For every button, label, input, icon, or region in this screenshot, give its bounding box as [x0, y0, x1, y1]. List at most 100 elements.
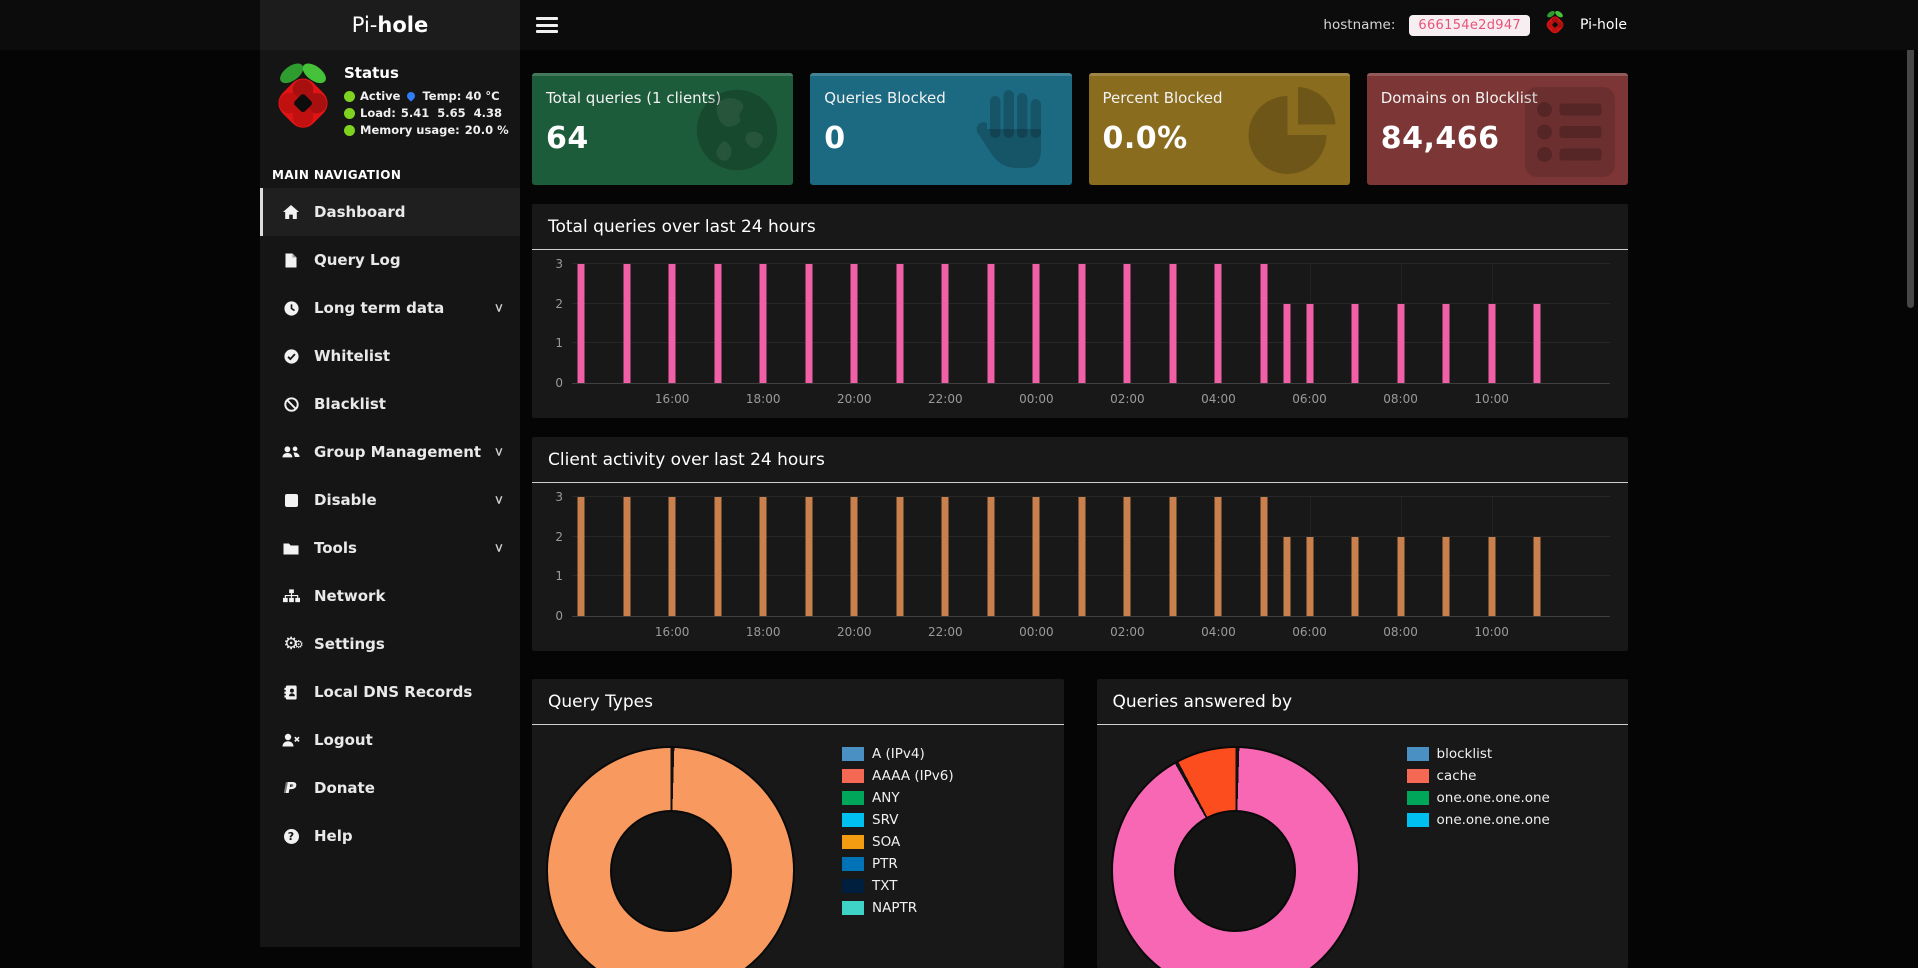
sidebar-toggle-icon[interactable] — [536, 15, 558, 35]
sidebar-item-donate[interactable]: P Donate — [260, 764, 520, 812]
legend-item[interactable]: TXT — [842, 875, 954, 897]
legend-swatch — [1407, 769, 1429, 783]
sidebar-item-network[interactable]: Network — [260, 572, 520, 620]
x-axis-tick: 02:00 — [1110, 392, 1145, 406]
x-axis-tick: 16:00 — [655, 625, 690, 639]
legend-item[interactable]: NAPTR — [842, 897, 954, 919]
question-icon: ? — [282, 829, 300, 844]
sidebar-item-disable[interactable]: Disable > — [260, 476, 520, 524]
sidebar-item-query-log[interactable]: Query Log — [260, 236, 520, 284]
bar — [578, 264, 585, 383]
bar — [1078, 497, 1085, 616]
x-axis-tick: 18:00 — [746, 625, 781, 639]
hostname-label: hostname: — [1323, 17, 1395, 33]
sidebar-item-settings[interactable]: ⚙⚙ Settings — [260, 620, 520, 668]
y-axis-tick: 3 — [555, 490, 563, 504]
sidebar-item-long-term-data[interactable]: Long term data > — [260, 284, 520, 332]
card-percent-blocked: Percent Blocked 0.0% — [1089, 73, 1350, 185]
chevron-down-icon: > — [492, 495, 506, 505]
x-axis-tick: 06:00 — [1292, 392, 1327, 406]
sidebar-item-group-management[interactable]: Group Management > — [260, 428, 520, 476]
bar — [1352, 537, 1359, 616]
home-icon — [282, 205, 300, 220]
top-navbar: Pi-hole hostname: 666154e2d947 Pi-hole — [0, 0, 1918, 50]
paypal-icon: P — [282, 779, 300, 797]
legend-item[interactable]: blocklist — [1407, 743, 1550, 765]
donut-hole — [610, 810, 732, 932]
bar — [714, 497, 721, 616]
legend-swatch — [842, 791, 864, 805]
legend-item[interactable]: SOA — [842, 831, 954, 853]
legend-swatch — [842, 835, 864, 849]
panel-query-types: Query Types A (IPv4)AAAA (IPv6)ANYSRV SOA… — [532, 679, 1064, 968]
x-axis-tick: 00:00 — [1019, 625, 1054, 639]
legend-item[interactable]: A (IPv4) — [842, 743, 954, 765]
pie-chart-icon — [1244, 84, 1340, 184]
bar — [805, 264, 812, 383]
gridline — [572, 536, 1610, 537]
bar — [1534, 304, 1541, 383]
legend-item[interactable]: one.one.one.one — [1407, 787, 1550, 809]
panel-title: Query Types — [532, 679, 1064, 725]
chevron-down-icon: > — [492, 447, 506, 457]
panel-queries-answered-by: Queries answered by blocklistcacheone.on… — [1097, 679, 1629, 968]
x-axis-tick: 06:00 — [1292, 625, 1327, 639]
y-axis-tick: 1 — [555, 336, 563, 350]
bar — [805, 497, 812, 616]
bar — [623, 264, 630, 383]
scrollbar-thumb[interactable] — [1907, 8, 1914, 308]
donut-hole — [1174, 810, 1296, 932]
bar — [1078, 264, 1085, 383]
bar — [1534, 537, 1541, 616]
app-logo: Pi-hole — [260, 0, 520, 50]
status-line-load: Load: 5.41 5.65 4.38 — [344, 106, 509, 120]
bar — [1488, 537, 1495, 616]
legend-item[interactable]: cache — [1407, 765, 1550, 787]
globe-icon — [691, 84, 783, 180]
sidebar-item-logout[interactable]: Logout — [260, 716, 520, 764]
legend-item[interactable]: PTR — [842, 853, 954, 875]
sidebar-item-help[interactable]: ? Help — [260, 812, 520, 860]
check-circle-icon — [282, 349, 300, 364]
query-types-donut-chart — [548, 748, 793, 968]
logo-text-bold: hole — [377, 13, 428, 37]
legend-label: SOA — [872, 834, 900, 850]
sidebar-item-whitelist[interactable]: Whitelist — [260, 332, 520, 380]
legend-item[interactable]: one.one.one.one — [1407, 809, 1550, 831]
legend-item[interactable]: AAAA (IPv6) — [842, 765, 954, 787]
sidebar-item-tools[interactable]: Tools > — [260, 524, 520, 572]
bar — [1033, 497, 1040, 616]
legend-item[interactable]: SRV — [842, 809, 954, 831]
bar — [987, 264, 994, 383]
bar — [1443, 537, 1450, 616]
bar — [1215, 264, 1222, 383]
status-ok-icon — [344, 125, 355, 136]
bar — [1124, 497, 1131, 616]
legend-label: cache — [1437, 768, 1477, 784]
sidebar-item-local-dns-records[interactable]: Local DNS Records — [260, 668, 520, 716]
hostname-badge: 666154e2d947 — [1409, 15, 1530, 36]
y-axis-tick: 0 — [555, 609, 563, 623]
bar — [760, 497, 767, 616]
legend-item[interactable]: ANY — [842, 787, 954, 809]
panel-title: Total queries over last 24 hours — [532, 204, 1628, 250]
legend-swatch — [1407, 747, 1429, 761]
sidebar-item-blacklist[interactable]: Blacklist — [260, 380, 520, 428]
x-axis-tick: 02:00 — [1110, 625, 1145, 639]
legend-swatch — [1407, 813, 1429, 827]
x-axis-tick: 10:00 — [1474, 392, 1509, 406]
legend-label: NAPTR — [872, 900, 917, 916]
raspberry-icon — [1544, 10, 1566, 40]
bar — [1283, 537, 1290, 616]
bar — [623, 497, 630, 616]
bar — [987, 497, 994, 616]
gridline — [572, 496, 1610, 497]
legend-label: one.one.one.one — [1437, 790, 1550, 806]
file-icon — [282, 253, 300, 268]
legend-swatch — [842, 879, 864, 893]
client-activity-bar-chart: 012316:0018:0020:0022:0000:0002:0004:000… — [572, 497, 1610, 617]
bar — [1215, 497, 1222, 616]
pihole-logo — [272, 62, 334, 140]
bar — [1352, 304, 1359, 383]
sidebar-item-dashboard[interactable]: Dashboard — [260, 188, 520, 236]
